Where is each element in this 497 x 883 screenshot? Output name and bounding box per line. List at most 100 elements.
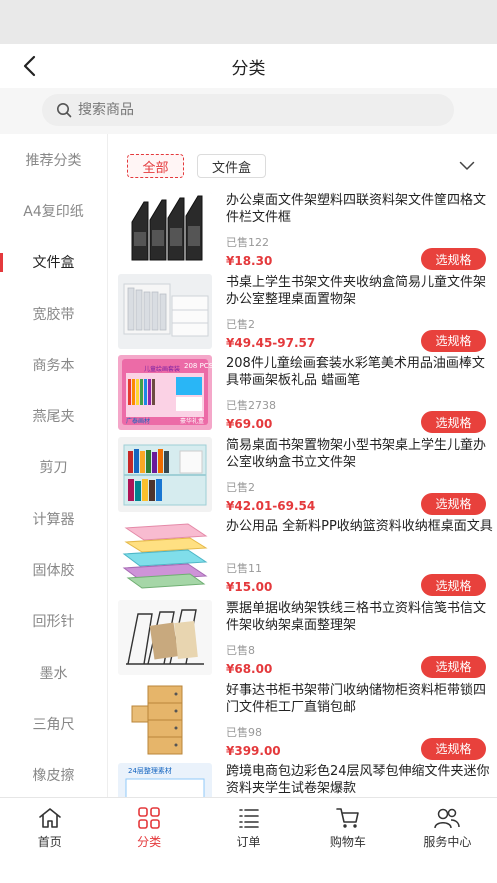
back-button[interactable] [14,50,44,82]
product-item[interactable]: 书桌上学生书架文件夹收纳盒简易儿童文件架办公室整理桌面置物架 已售2 ¥49.4… [108,270,497,352]
sidebar-item-label: 宽胶带 [32,306,75,323]
product-price: ¥69.00 [226,417,273,432]
product-price: ¥49.45-97.57 [226,335,316,350]
tab-label: 首页 [37,835,62,849]
order-list-icon [238,809,259,828]
tab-label: 购物车 [329,835,366,849]
product-sold-count: 已售8 [226,643,255,657]
select-spec-button[interactable]: 选规格 [421,655,486,678]
thumb-label: 24层整理素材 [128,766,172,775]
sidebar-item-label: 推荐分类 [25,152,82,169]
product-sold-count: 已售98 [226,725,262,739]
nav-bar: 分类 [0,44,497,88]
tab-home[interactable]: 首页 [0,798,99,853]
sidebar-item-label: 橡皮擦 [32,768,75,785]
tab-category[interactable]: 分类 [99,798,198,853]
tab-label: 分类 [137,835,162,849]
product-item[interactable]: 好事达书柜书架带门收纳储物柜资料柜带锁四门文件柜工厂直销包邮 已售98 ¥399… [108,678,497,760]
product-price: ¥42.01-69.54 [226,498,316,513]
service-icon [434,808,461,829]
sidebar-item-label: 文件盒 [32,255,75,272]
select-spec-button[interactable]: 选规格 [421,329,486,352]
bottom-tab-bar: 首页 分类 订单 购物车 服务中心 [0,797,497,853]
filter-chip-all[interactable]: 全部 [127,154,184,178]
product-image: 208 PCS 儿童绘画套装 广泰画材 豪华礼盒 [118,355,212,431]
sidebar-item-file-box[interactable]: 文件盒 [0,237,107,288]
thumb-label: 儿童绘画套装 [144,365,180,373]
sidebar-item-recommended[interactable]: 推荐分类 [0,134,107,185]
product-name: 办公用品 全新料PP收纳篮资料收纳框桌面文具 [226,519,493,535]
select-spec-button[interactable]: 选规格 [421,411,486,434]
sidebar-item-glue-stick[interactable]: 固体胶 [0,544,107,595]
search-bar[interactable] [42,94,454,126]
sidebar-item-eraser[interactable]: 橡皮擦 [0,750,107,797]
status-bar [0,0,497,44]
page-title: 分类 [231,58,266,79]
product-image [118,436,212,512]
sidebar-item-binder-clip[interactable]: 燕尾夹 [0,390,107,441]
sidebar-item-set-square[interactable]: 三角尺 [0,698,107,749]
sidebar-item-paper-clip[interactable]: 回形针 [0,596,107,647]
select-spec-button[interactable]: 选规格 [421,574,486,597]
product-name: 办公桌面文件架塑料四联资料架文件筐四格文件栏文件框 [226,193,487,225]
product-item[interactable]: 办公用品 全新料PP收纳篮资料收纳框桌面文具 已售11 ¥15.00 选规格 [108,514,497,597]
sidebar-item-label: 商务本 [32,357,75,374]
product-item[interactable]: 208 PCS 儿童绘画套装 广泰画材 豪华礼盒 208件儿童绘画套装水彩笔美术… [108,351,497,434]
sidebar-item-a4-paper[interactable]: A4复印纸 [0,185,107,236]
cart-icon [336,808,359,828]
product-content: 全部 文件盒 办公桌面文件架塑料四联资料架文件筐四格文件栏文件框 已售122 ¥… [108,134,497,797]
product-name: 208件儿童绘画套装水彩笔美术用品油画棒文具带画架板礼品 蜡画笔 [226,356,485,389]
filter-chip-file-box[interactable]: 文件盒 [197,154,266,178]
search-input[interactable] [78,102,398,118]
product-image [118,599,212,675]
tab-cart[interactable]: 购物车 [298,798,397,853]
tab-label: 服务中心 [423,835,472,849]
product-item[interactable]: 办公桌面文件架塑料四联资料架文件筐四格文件栏文件框 已售122 ¥18.30 选… [108,188,497,270]
product-sold-count: 已售2 [226,317,255,331]
product-list: 办公桌面文件架塑料四联资料架文件筐四格文件栏文件框 已售122 ¥18.30 选… [108,188,497,797]
chevron-left-icon [23,55,36,77]
home-icon [38,808,61,828]
select-spec-button[interactable]: 选规格 [421,248,486,270]
sidebar-item-notebook[interactable]: 商务本 [0,339,107,390]
sidebar-item-scissors[interactable]: 剪刀 [0,442,107,493]
search-icon [57,103,72,118]
product-item[interactable]: 票据单据收纳架铁线三格书立资料信笺书信文件架收纳架桌面整理架 已售8 ¥68.0… [108,596,497,678]
sidebar-item-label: A4复印纸 [23,203,84,220]
select-spec-button[interactable]: 选规格 [421,737,486,760]
product-image [118,681,212,757]
product-price: ¥399.00 [226,743,281,758]
sidebar-item-calculator[interactable]: 计算器 [0,493,107,544]
sidebar-item-label: 三角尺 [32,716,75,733]
product-sold-count: 已售122 [226,236,269,249]
product-image [118,192,212,267]
product-price: ¥18.30 [226,254,273,268]
chevron-down-icon [459,161,475,170]
tab-label: 订单 [236,835,261,849]
sidebar-item-label: 墨水 [39,665,68,682]
sidebar-item-ink[interactable]: 墨水 [0,647,107,698]
product-price: ¥15.00 [226,580,273,595]
sidebar-item-label: 固体胶 [32,563,75,580]
product-price: ¥68.00 [226,661,273,676]
product-sold-count: 已售2738 [226,399,276,413]
category-icon [138,807,160,829]
home-indicator-area [0,853,497,883]
sidebar-item-label: 计算器 [32,511,75,528]
tab-orders[interactable]: 订单 [199,798,298,853]
thumb-label: 广泰画材 [126,417,150,425]
tab-service-center[interactable]: 服务中心 [398,798,497,853]
product-image: 24层整理素材 [118,763,212,797]
thumb-label: 208 PCS [184,362,212,370]
product-image [118,273,212,349]
product-image [118,518,212,594]
filter-expand-toggle[interactable] [454,156,480,176]
search-area [0,88,497,134]
select-spec-button[interactable]: 选规格 [421,492,486,515]
product-name: 书桌上学生书架文件夹收纳盒简易儿童文件架办公室整理桌面置物架 [226,274,487,307]
filter-row: 全部 文件盒 [108,134,497,188]
product-item[interactable]: 简易桌面书架置物架小型书架桌上学生儿童办公室收纳盒书立文件架 已售2 ¥42.0… [108,433,497,515]
sidebar-item-label: 剪刀 [39,460,68,477]
product-item[interactable]: 24层整理素材 跨境电商包边彩色24层风琴包伸缩文件夹迷你资料夹学生试卷架爆款 [108,759,497,797]
sidebar-item-wide-tape[interactable]: 宽胶带 [0,288,107,339]
